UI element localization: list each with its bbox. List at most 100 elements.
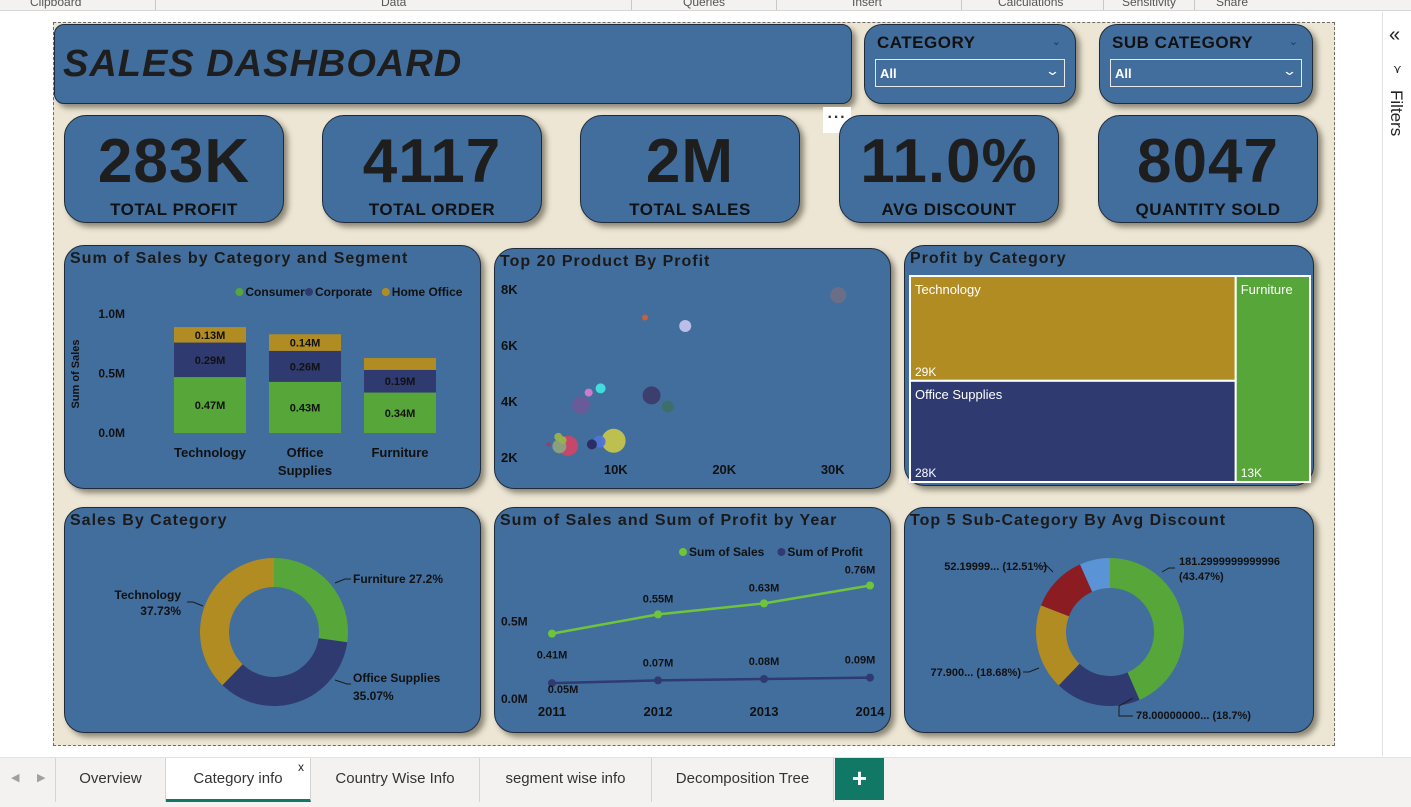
line-series [551, 584, 871, 635]
ribbon-group-share[interactable]: Share [1216, 0, 1248, 9]
ribbon-group-queries[interactable]: Queries [683, 0, 725, 9]
donut-data-label: 181.2999999999996 [1179, 556, 1280, 568]
line-data-label: 0.05M [548, 684, 579, 696]
y-axis-label: Sum of Sales [70, 339, 82, 408]
filters-pane-label[interactable]: Filters [1386, 90, 1406, 136]
kpi-total-sales[interactable]: 2M TOTAL SALES [580, 115, 800, 223]
kpi-total-order[interactable]: 4117 TOTAL ORDER [322, 115, 542, 223]
kpi-total-profit[interactable]: 283K TOTAL PROFIT [64, 115, 284, 223]
ribbon-bar: Clipboard Data Queries Insert Calculatio… [0, 0, 1411, 11]
ribbon-separator [1103, 0, 1104, 10]
sales-by-category-donut[interactable]: Furniture 27.2% Office Supplies 35.07% Tech… [64, 507, 481, 733]
chart-title: Top 5 Sub-Category By Avg Discount [910, 512, 1227, 529]
legend-label: Sum of Sales [689, 545, 765, 559]
chevron-down-icon[interactable]: ⌄ [1052, 35, 1061, 48]
ribbon-group-clipboard[interactable]: Clipboard [30, 0, 81, 9]
scatter-point [679, 319, 692, 332]
donut-data-label: (43.47%) [1179, 571, 1224, 583]
legend-label: Corporate [315, 285, 373, 299]
y-tick-label: 6K [501, 338, 518, 353]
line-data-label: 0.76M [845, 565, 876, 577]
legend-label: Consumer [245, 285, 305, 299]
kpi-value: 4117 [362, 127, 502, 196]
ribbon-group-data[interactable]: Data [381, 0, 406, 9]
chevron-down-icon[interactable]: ⌄ [1289, 35, 1298, 48]
donut-leader-line [334, 578, 351, 584]
bar-data-label: 0.13M [195, 330, 226, 342]
chart-title: Sum of Sales by Category and Segment [70, 250, 409, 267]
x-tick-label: 2011 [538, 704, 566, 719]
tab-decomposition-tree[interactable]: Decomposition Tree [652, 758, 834, 802]
donut-data-label: 78.00000000... (18.7%) [1136, 710, 1251, 722]
kpi-value: 2M [645, 127, 735, 196]
category-slicer-label: CATEGORY [877, 33, 976, 52]
close-tab-icon[interactable]: x [298, 746, 304, 788]
tab-label: Overview [79, 770, 142, 787]
kpi-value: 8047 [1137, 127, 1279, 196]
donut-leader-line [187, 601, 204, 607]
donut-slice [199, 558, 274, 686]
kpi-avg-discount[interactable]: 11.0% AVG DISCOUNT [839, 115, 1059, 223]
line-point [654, 610, 662, 619]
donut-chart-svg: 181.2999999999996 (43.47%) 78.00000000... … [930, 556, 1280, 722]
sub-category-dropdown-value: All [1115, 66, 1132, 81]
donut-data-label: 35.07% [353, 689, 394, 703]
kpi-label: QUANTITY SOLD [1135, 200, 1281, 219]
scatter-point [584, 388, 593, 397]
scroll-tabs-left-icon[interactable]: ◀ [11, 771, 19, 784]
tab-label: segment wise info [505, 770, 626, 787]
dashboard-title-card[interactable]: SALES DASHBOARD [54, 24, 852, 104]
chevron-down-icon: ⌄ [1044, 63, 1061, 78]
tab-overview[interactable]: Overview [55, 758, 166, 802]
top5-subcategory-discount-donut[interactable]: 181.2999999999996 (43.47%) 78.00000000... … [904, 507, 1314, 733]
line-point [654, 676, 662, 685]
ribbon-separator [1194, 0, 1195, 10]
ribbon-separator [776, 0, 777, 10]
sales-by-category-segment-chart[interactable]: Consumer Corporate Home Office 1.0M 0.5M 0.0M… [64, 245, 481, 489]
bar-data-label: 0.34M [385, 408, 416, 420]
add-page-button[interactable]: + [835, 758, 884, 800]
filter-funnel-icon: ⋎ [1393, 62, 1402, 76]
x-tick-label: 2013 [750, 704, 779, 719]
ribbon-group-calculations[interactable]: Calculations [998, 0, 1063, 9]
sub-category-slicer[interactable]: SUB CATEGORY ⌄ All ⌄ [1099, 24, 1313, 104]
y-tick-label: 8K [501, 282, 518, 297]
legend-marker [381, 288, 390, 296]
ribbon-group-insert[interactable]: Insert [852, 0, 882, 9]
bar-segment [364, 358, 436, 370]
legend-label: Home Office [392, 285, 463, 299]
top20-product-profit-chart[interactable]: 2K 4K 6K 8K 10K 20K 30K Top 20 Product By Prof… [494, 248, 891, 489]
legend-marker [235, 288, 244, 296]
sales-profit-by-year-chart[interactable]: Sum of Sales Sum of Profit 0.0M 0.5M 0.41M 0.… [494, 507, 891, 733]
kpi-quantity-sold[interactable]: 8047 QUANTITY SOLD [1098, 115, 1318, 223]
category-slicer[interactable]: CATEGORY ⌄ All ⌄ [864, 24, 1076, 104]
ribbon-separator [155, 0, 156, 10]
tab-category-info[interactable]: Category info x [166, 758, 311, 802]
x-tick-label: Technology [174, 445, 247, 460]
category-dropdown[interactable]: All ⌄ [875, 59, 1065, 87]
scatter-point [830, 287, 847, 304]
profit-by-category-treemap[interactable]: Technology 29K Office Supplies 28K Furniture… [904, 245, 1314, 486]
treemap-value-label: 28K [915, 466, 936, 480]
bar-data-label: 0.47M [195, 400, 226, 412]
line-series [551, 676, 871, 685]
bar-data-label: 0.14M [290, 338, 321, 350]
scatter-point [558, 436, 567, 445]
x-tick-label: 30K [821, 462, 845, 477]
scatter-point [546, 442, 551, 447]
ribbon-separator [631, 0, 632, 10]
tab-country-wise-info[interactable]: Country Wise Info [311, 758, 480, 802]
sub-category-dropdown[interactable]: All ⌄ [1110, 59, 1302, 87]
treemap-value-label: 13K [1241, 466, 1262, 480]
scatter-point [572, 396, 591, 415]
donut-chart-svg: Furniture 27.2% Office Supplies 35.07% Tech… [115, 558, 443, 706]
ribbon-group-sensitivity[interactable]: Sensitivity [1122, 0, 1176, 9]
stacked-bar-chart-svg: Consumer Corporate Home Office 1.0M 0.5M 0.0M… [70, 285, 463, 478]
y-tick-label: 4K [501, 394, 518, 409]
kpi-label: TOTAL PROFIT [110, 200, 238, 219]
collapse-pane-icon[interactable]: « [1389, 24, 1400, 47]
treemap-tile-label: Office Supplies [915, 387, 1003, 402]
scroll-tabs-right-icon[interactable]: ▶ [37, 771, 45, 784]
tab-segment-wise-info[interactable]: segment wise info [480, 758, 652, 802]
legend-marker [305, 288, 313, 296]
